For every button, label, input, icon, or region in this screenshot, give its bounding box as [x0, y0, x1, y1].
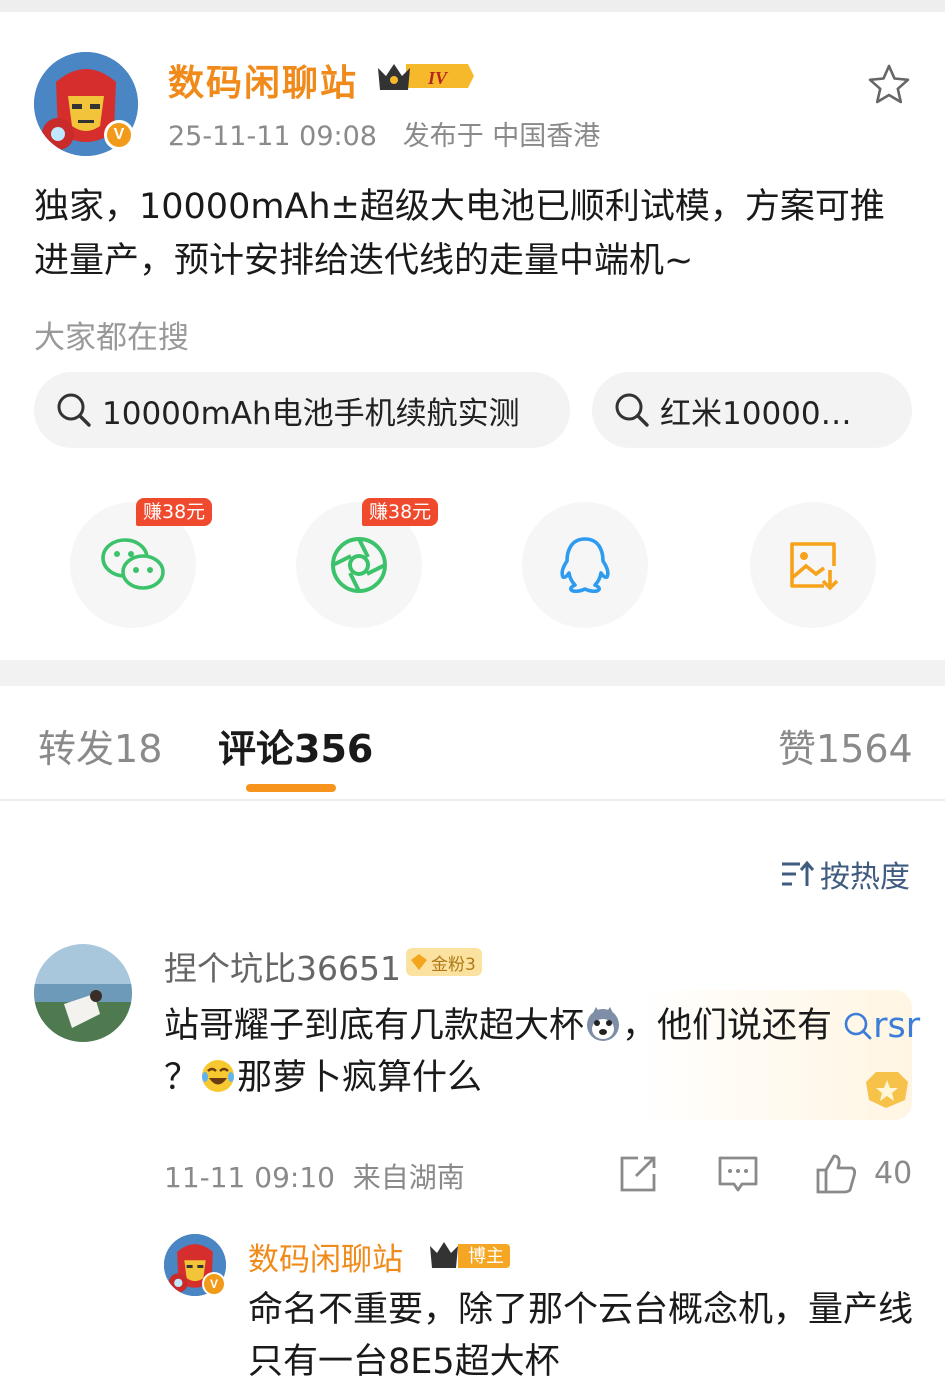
sort-by-hot-button[interactable]: 按热度 — [780, 852, 910, 896]
verified-badge: V — [104, 120, 134, 150]
favorite-star-icon[interactable] — [866, 62, 912, 108]
search-chip-label: 红米10000… — [660, 395, 852, 432]
comment-like-count: 40 — [874, 1156, 913, 1191]
tab-likes-label: 赞 — [778, 727, 817, 771]
share-qq-button[interactable] — [522, 502, 648, 628]
top-status-strip — [0, 0, 945, 12]
comment-share-button[interactable] — [616, 1152, 660, 1196]
verified-mark: V — [209, 1277, 218, 1291]
reply-text: 命名不重要，除了那个云台概念机，量产线只有一台8E5超大杯 — [248, 1290, 914, 1381]
post-meta: 25-11-11 09:08 发布于 中国香港 — [168, 114, 600, 153]
comment-text-part: ，他们说还有 — [622, 1006, 833, 1046]
search-chip-2[interactable]: 红米10000… — [592, 372, 912, 448]
level-badge: IV — [376, 58, 474, 94]
thumbs-up-icon — [816, 1154, 857, 1194]
earn-tag: 赚38元 — [362, 498, 439, 526]
active-tab-indicator — [246, 784, 336, 792]
tab-reposts-count: 18 — [114, 727, 163, 771]
search-link-icon — [844, 1012, 872, 1040]
tab-reposts[interactable]: 转发18 — [38, 718, 162, 773]
comment-reply-button[interactable] — [716, 1152, 760, 1196]
wechat-icon — [101, 538, 165, 590]
sort-icon — [782, 860, 814, 886]
comment-like-button[interactable] — [814, 1152, 858, 1196]
qq-icon — [560, 537, 610, 594]
fan-badge: 金粉3 — [406, 948, 482, 976]
reply-verified-badge: V — [202, 1272, 226, 1296]
diamond-icon — [411, 954, 427, 970]
tab-reposts-label: 转发 — [38, 727, 115, 771]
sort-label: 按热度 — [820, 860, 910, 895]
comment-text-part: 那萝卜疯算什么 — [237, 1058, 483, 1098]
comment-text-part: ？ — [164, 1058, 200, 1098]
comment-text: 站哥耀子到底有几款超大杯 ，他们说还有 rsr ？ 那萝卜疯算什么 — [164, 1000, 924, 1104]
trending-search-title: 大家都在搜 — [34, 320, 189, 356]
tab-likes[interactable]: 赞1564 — [778, 718, 913, 773]
comment-location: 来自湖南 — [352, 1161, 465, 1194]
save-image-button[interactable] — [750, 502, 876, 628]
post-location: 发布于 中国香港 — [402, 121, 601, 152]
blogger-badge: 博主 — [428, 1238, 510, 1270]
save-image-icon — [790, 542, 839, 591]
post-timestamp: 25-11-11 09:08 — [168, 121, 377, 152]
tab-comments-label: 评论 — [218, 727, 295, 771]
topic-link[interactable]: rsr — [843, 1006, 920, 1046]
comment-time: 11-11 09:10 — [164, 1161, 335, 1194]
tabs-divider — [0, 799, 945, 801]
author-name[interactable]: 数码闲聊站 — [168, 54, 358, 106]
share-wechat-button[interactable]: 赚38元 — [70, 498, 213, 628]
search-icon — [615, 393, 649, 427]
moments-icon — [331, 537, 387, 593]
husky-emoji-icon — [587, 1007, 620, 1041]
share-moments-button[interactable]: 赚38元 — [296, 498, 439, 628]
tab-comments-count: 356 — [294, 727, 374, 771]
section-divider — [0, 660, 945, 686]
comment-meta: 11-11 09:10 来自湖南 — [164, 1156, 465, 1196]
earn-tag: 赚38元 — [136, 498, 213, 526]
tab-likes-count: 1564 — [816, 727, 913, 771]
post-text: 独家，10000mAh±超级大电池已顺利试模，方案可推进量产，预计安排给迭代线的… — [34, 187, 885, 281]
comment-text-part: 站哥耀子到底有几款超大杯 — [164, 1006, 585, 1046]
topic-link-label: rsr — [873, 1006, 921, 1046]
tab-comments[interactable]: 评论356 — [218, 718, 373, 773]
search-chip-label: 10000mAh电池手机续航实测 — [102, 395, 520, 432]
commenter-username[interactable]: 捏个坑比36651 — [164, 942, 401, 990]
share-icon — [620, 1156, 656, 1192]
search-icon — [57, 393, 91, 427]
commenter-avatar[interactable] — [34, 944, 132, 1042]
level-badge-text: IV — [427, 68, 449, 88]
comment-icon — [718, 1156, 758, 1192]
search-chip-1[interactable]: 10000mAh电池手机续航实测 — [34, 372, 570, 448]
fan-badge-label: 金粉3 — [431, 954, 476, 975]
verified-mark: V — [113, 126, 125, 143]
blogger-badge-label: 博主 — [468, 1246, 504, 1267]
laugh-cry-emoji-icon — [202, 1060, 235, 1092]
reply-author-name[interactable]: 数码闲聊站 — [248, 1234, 403, 1279]
